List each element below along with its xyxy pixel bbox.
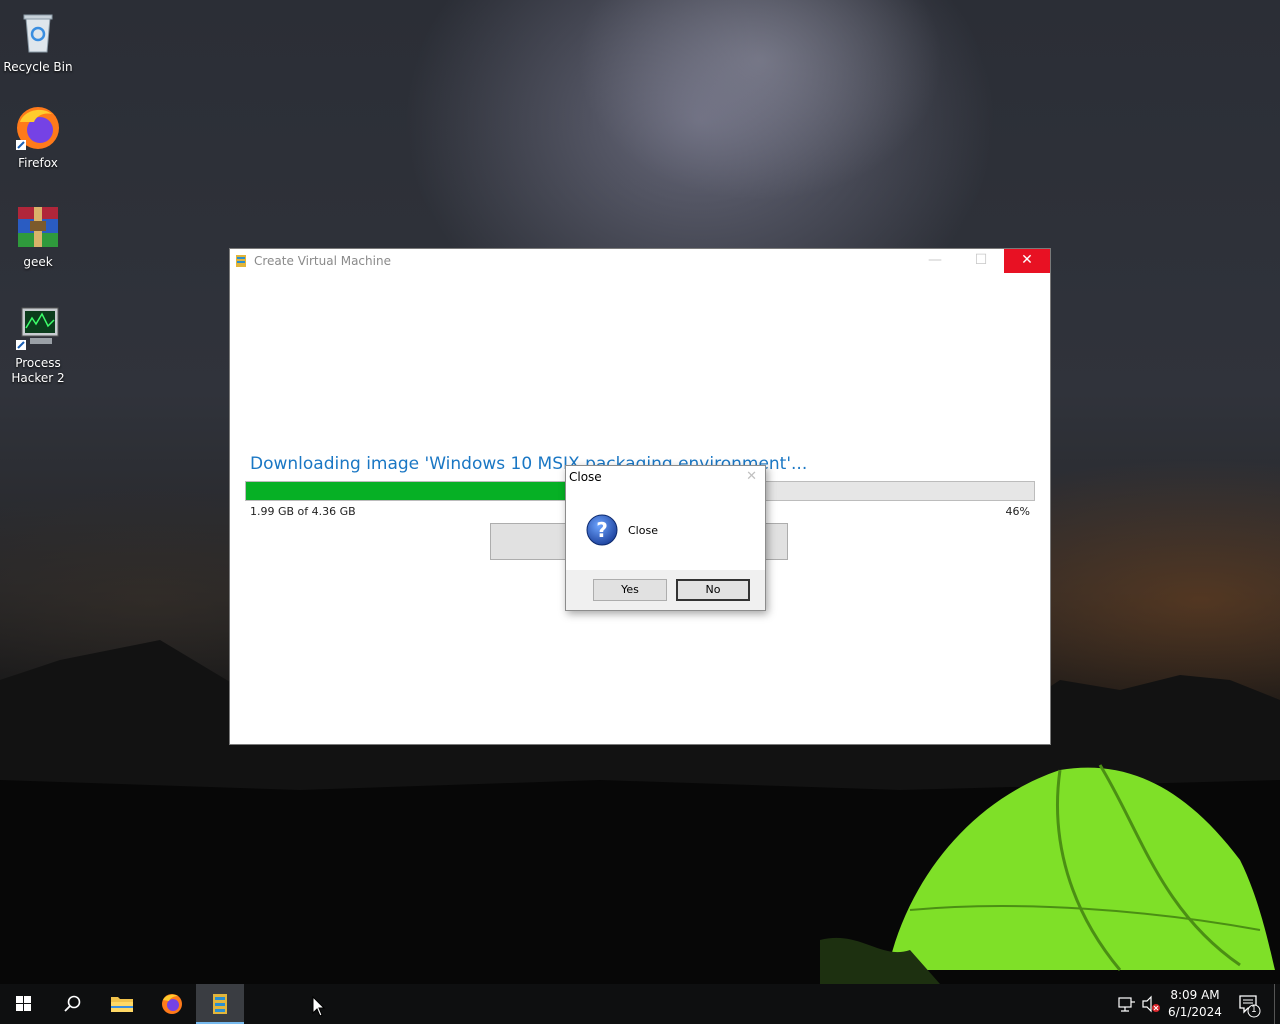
window-titlebar[interactable]: Create Virtual Machine — ☐ ✕ xyxy=(230,249,1050,273)
yes-button[interactable]: Yes xyxy=(593,579,667,601)
folder-icon xyxy=(111,997,133,1012)
desktop-icon-label: geek xyxy=(23,255,53,269)
start-button[interactable] xyxy=(0,984,48,1024)
search-icon xyxy=(64,995,81,1012)
desktop-icon-label: Recycle Bin xyxy=(3,60,73,74)
close-confirm-dialog: Close ✕ ? Close Yes No xyxy=(565,465,766,611)
hyperv-icon xyxy=(235,254,247,268)
notification-icon xyxy=(1239,995,1261,1018)
volume-status[interactable] xyxy=(1140,984,1162,1024)
taskbar: 8:09 AM 6/1/2024 1 xyxy=(0,984,1280,1024)
svg-text:?: ? xyxy=(596,518,608,542)
windows-logo-icon xyxy=(16,996,31,1011)
search-button[interactable] xyxy=(48,984,96,1024)
dialog-title: Close xyxy=(569,470,602,484)
question-icon: ? xyxy=(586,514,618,546)
dialog-close-button[interactable]: ✕ xyxy=(746,469,757,484)
notification-count: 1 xyxy=(1251,1005,1257,1015)
clock-time: 8:09 AM xyxy=(1170,988,1220,1002)
window-title: Create Virtual Machine xyxy=(254,254,391,268)
download-size-text: 1.99 GB of 4.36 GB xyxy=(250,505,356,518)
clock-date: 6/1/2024 xyxy=(1168,1005,1222,1019)
process-hacker-icon xyxy=(14,304,62,352)
dialog-message: Close xyxy=(628,524,658,537)
network-icon xyxy=(1118,997,1135,1012)
show-desktop-button[interactable] xyxy=(1274,984,1275,1024)
action-center-button[interactable]: 1 xyxy=(1234,984,1264,1024)
desktop-icon-label: Firefox xyxy=(18,156,58,170)
winrar-icon xyxy=(14,203,62,251)
minimize-button[interactable]: — xyxy=(912,249,958,273)
maximize-button[interactable]: ☐ xyxy=(958,249,1004,273)
taskbar-file-explorer[interactable] xyxy=(98,984,146,1024)
hyperv-icon xyxy=(213,994,227,1014)
dialog-button-bar: Yes No xyxy=(566,570,765,610)
recycle-bin-icon xyxy=(14,8,62,56)
taskbar-clock[interactable]: 8:09 AM 6/1/2024 xyxy=(1160,987,1230,1021)
download-progress-fill xyxy=(246,482,609,500)
desktop-icon-label: Process Hacker 2 xyxy=(11,356,65,385)
tent-image xyxy=(820,764,1275,984)
desktop-icon-geek[interactable]: geek xyxy=(0,203,76,270)
firefox-icon xyxy=(14,104,62,152)
desktop-icon-recycle-bin[interactable]: Recycle Bin xyxy=(0,8,76,75)
close-button[interactable]: ✕ xyxy=(1004,249,1050,273)
mouse-cursor-icon xyxy=(312,996,326,1017)
network-status[interactable] xyxy=(1116,984,1138,1024)
no-button[interactable]: No xyxy=(676,579,750,601)
taskbar-create-vm[interactable] xyxy=(196,984,244,1024)
desktop-icon-process-hacker[interactable]: Process Hacker 2 xyxy=(0,304,76,386)
download-percent-text: 46% xyxy=(1005,505,1030,518)
taskbar-firefox[interactable] xyxy=(148,984,196,1024)
desktop-icon-firefox[interactable]: Firefox xyxy=(0,104,76,171)
firefox-icon xyxy=(162,994,182,1014)
volume-muted-icon xyxy=(1142,995,1160,1013)
